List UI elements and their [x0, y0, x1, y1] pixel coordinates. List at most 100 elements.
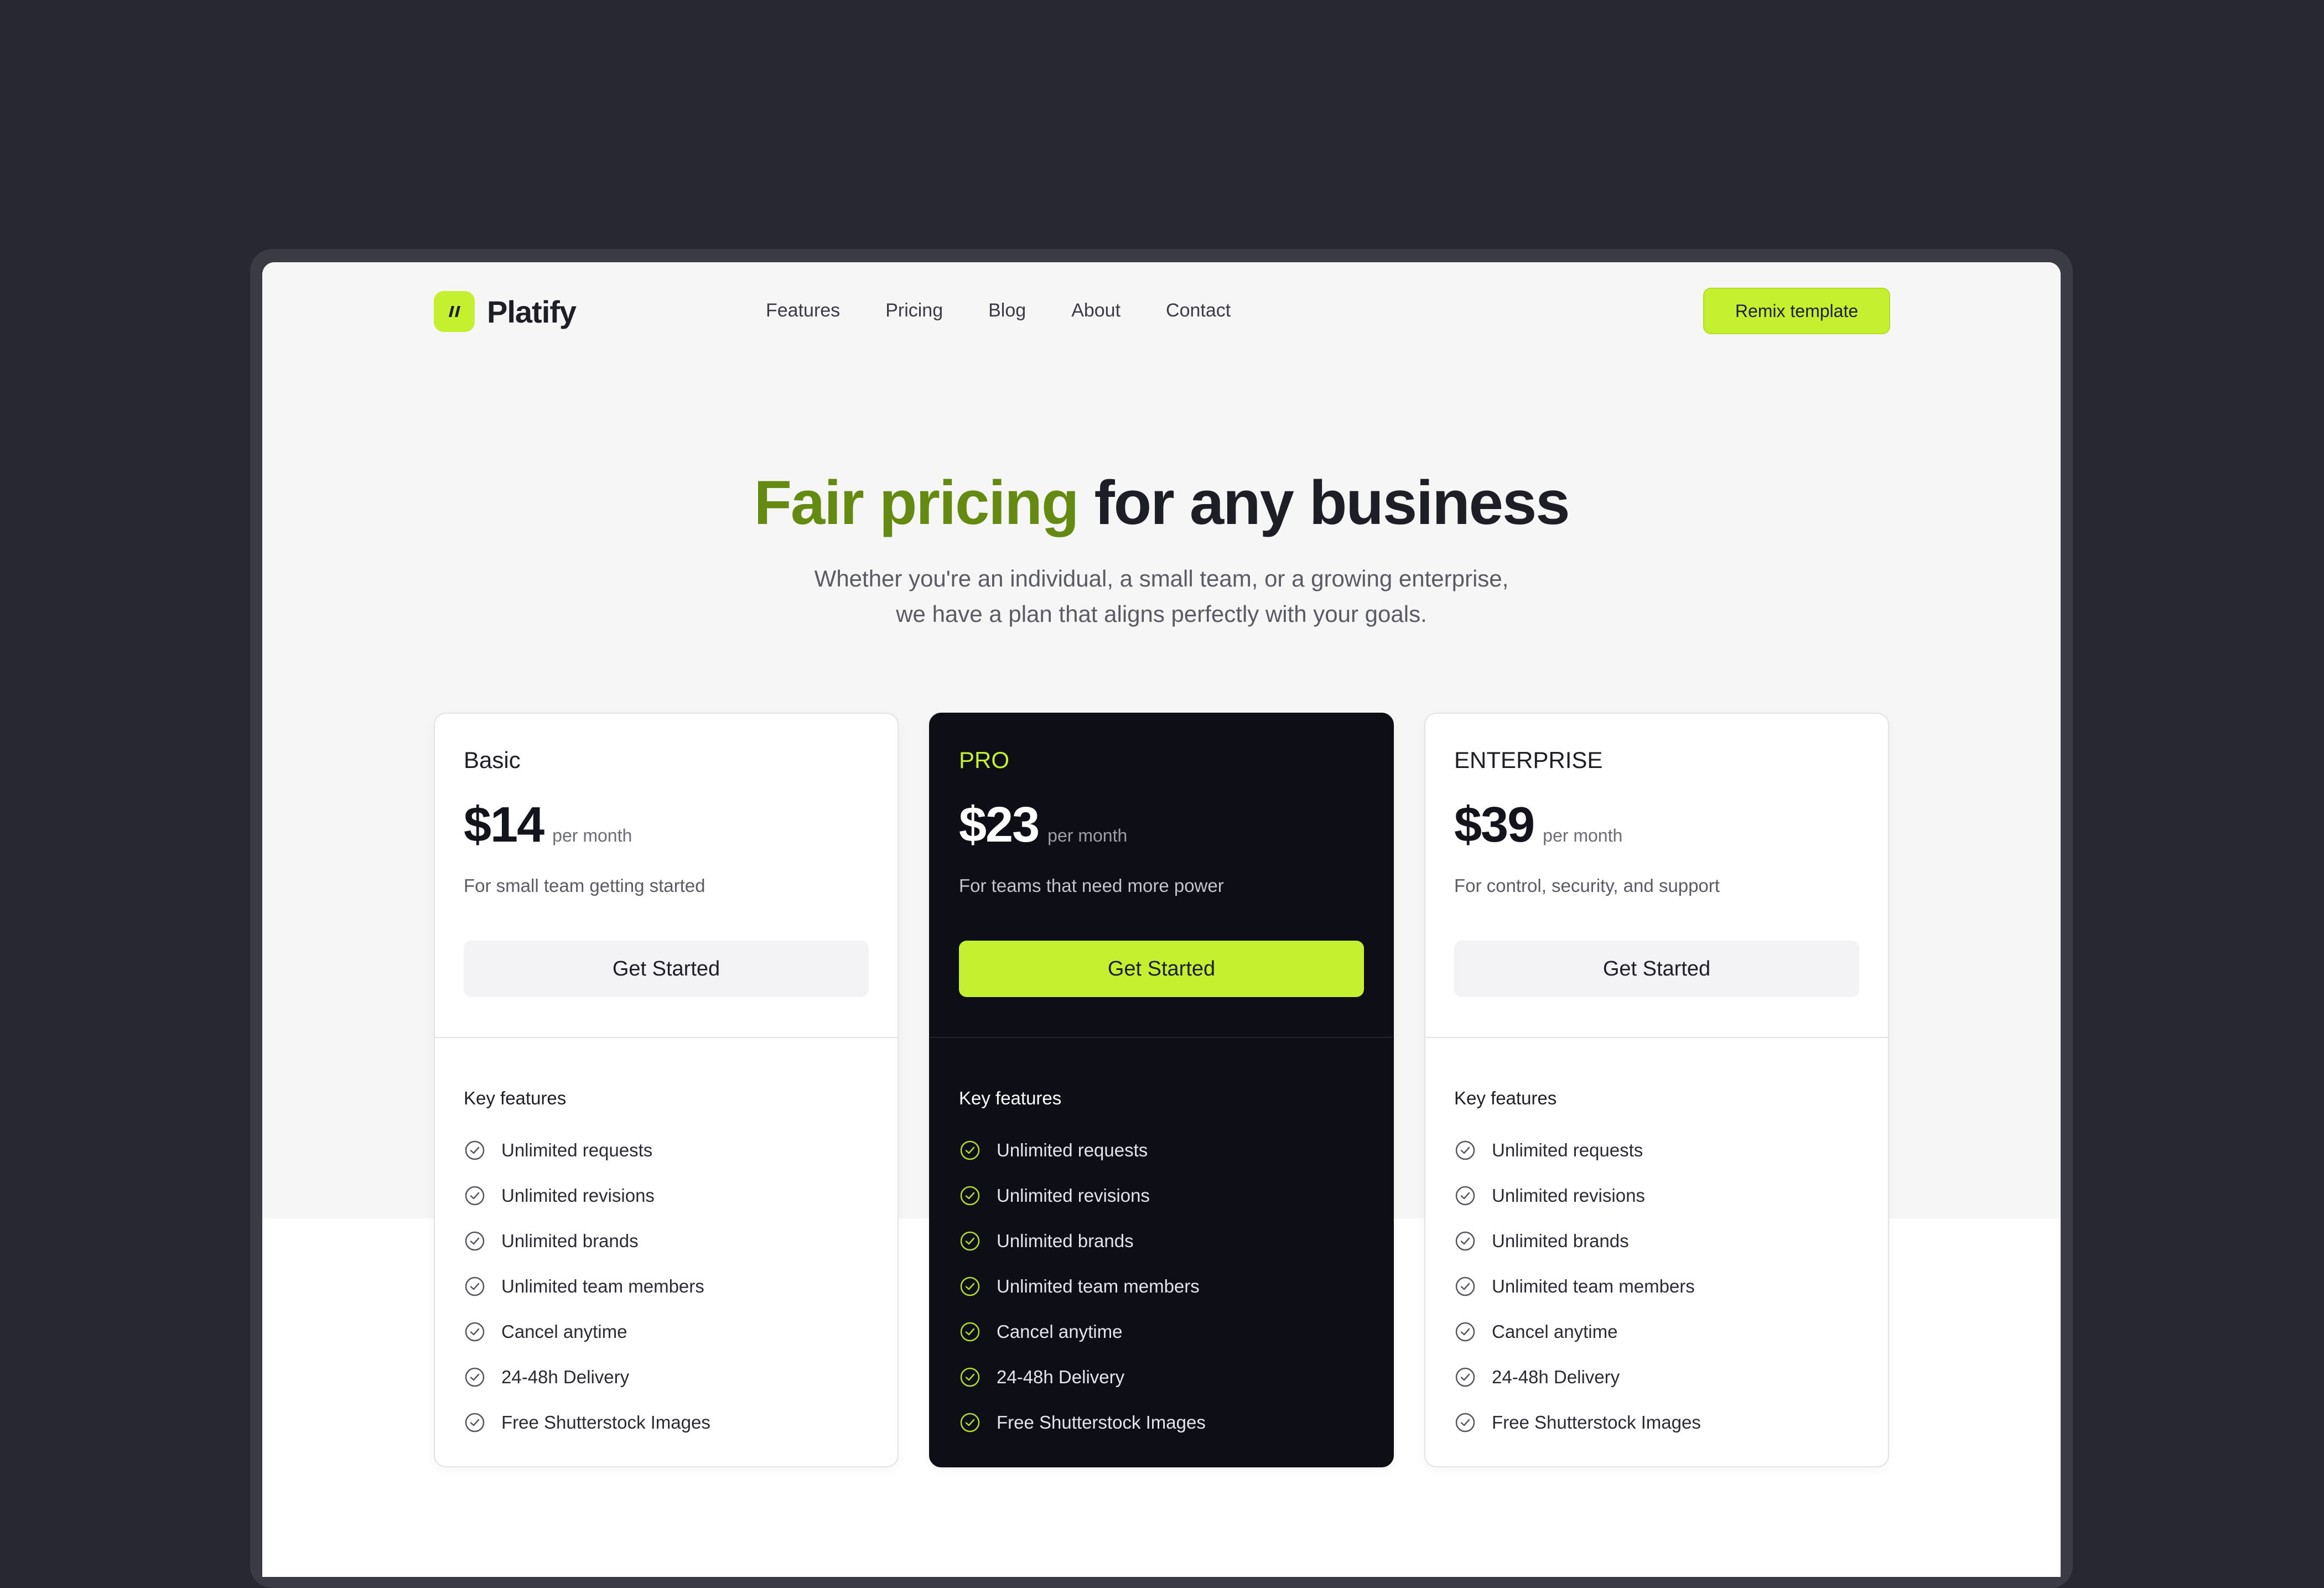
feature-text: Free Shutterstock Images [997, 1412, 1206, 1433]
get-started-button-enterprise[interactable]: Get Started [1454, 941, 1859, 997]
plan-description: For control, security, and support [1454, 875, 1720, 896]
list-item: 24-48h Delivery [464, 1355, 710, 1400]
plan-period: per month [552, 826, 632, 845]
list-item: Unlimited brands [464, 1218, 710, 1264]
hero-title-accent: Fair pricing [754, 468, 1079, 537]
list-item: Cancel anytime [1454, 1309, 1701, 1355]
plan-price: $39 [1454, 797, 1535, 853]
hero-title: Fair pricing for any business [262, 467, 2061, 538]
feature-text: 24-48h Delivery [997, 1367, 1125, 1387]
price-row: $14 per month [464, 797, 632, 854]
check-circle-icon [1455, 1140, 1475, 1160]
feature-text: Cancel anytime [1492, 1321, 1618, 1342]
list-item: Unlimited revisions [959, 1173, 1206, 1218]
get-started-button-pro[interactable]: Get Started [959, 941, 1364, 997]
feature-text: Unlimited brands [1492, 1231, 1629, 1251]
feature-text: Unlimited revisions [997, 1185, 1150, 1206]
remix-template-button[interactable]: Remix template [1703, 288, 1890, 334]
divider [1425, 1037, 1888, 1038]
hero-subtitle-line-1: Whether you're an individual, a small te… [814, 565, 1509, 591]
list-item: Unlimited brands [959, 1218, 1206, 1264]
check-circle-icon [960, 1322, 980, 1342]
check-circle-icon [1455, 1231, 1475, 1251]
list-item: Unlimited brands [1454, 1218, 1701, 1264]
feature-text: Unlimited revisions [501, 1185, 655, 1206]
list-item: Unlimited requests [959, 1128, 1206, 1173]
feature-text: Unlimited brands [501, 1231, 639, 1251]
list-item: Unlimited requests [1454, 1128, 1701, 1173]
hero-subtitle: Whether you're an individual, a small te… [262, 561, 2061, 632]
list-item: Unlimited team members [464, 1264, 710, 1309]
feature-list: Unlimited requests Unlimited revisions U… [1454, 1128, 1701, 1445]
check-circle-icon [465, 1322, 485, 1342]
feature-text: Unlimited revisions [1492, 1185, 1645, 1206]
check-circle-icon [465, 1413, 485, 1433]
plan-price: $14 [464, 797, 544, 853]
check-circle-icon [1455, 1413, 1475, 1433]
check-circle-icon [1455, 1186, 1475, 1206]
page: Platify Features Pricing Blog About Cont… [262, 262, 2061, 1577]
list-item: Unlimited revisions [464, 1173, 710, 1218]
plan-description: For small team getting started [464, 875, 706, 896]
feature-text: Cancel anytime [997, 1321, 1123, 1342]
feature-text: Free Shutterstock Images [501, 1412, 710, 1433]
list-item: Free Shutterstock Images [1454, 1400, 1701, 1445]
nav-link-contact[interactable]: Contact [1166, 300, 1231, 321]
list-item: 24-48h Delivery [1454, 1355, 1701, 1400]
divider [435, 1037, 898, 1038]
plan-period: per month [1543, 826, 1623, 845]
feature-text: 24-48h Delivery [501, 1367, 630, 1387]
nav-links: Features Pricing Blog About Contact [766, 300, 1276, 321]
get-started-button-basic[interactable]: Get Started [464, 941, 869, 997]
list-item: Free Shutterstock Images [464, 1400, 710, 1445]
feature-text: Unlimited team members [501, 1276, 704, 1296]
feature-text: Unlimited team members [997, 1276, 1200, 1296]
list-item: Unlimited revisions [1454, 1173, 1701, 1218]
plan-description: For teams that need more power [959, 875, 1224, 896]
top-nav: Platify Features Pricing Blog About Cont… [434, 284, 1890, 340]
pricing-card-basic: Basic $14 per month For small team getti… [434, 713, 899, 1467]
list-item: Cancel anytime [959, 1309, 1206, 1355]
list-item: Cancel anytime [464, 1309, 710, 1355]
nav-link-pricing[interactable]: Pricing [885, 300, 943, 321]
plan-name: Basic [464, 747, 521, 773]
check-circle-icon [960, 1140, 980, 1160]
feature-text: Unlimited requests [1492, 1140, 1643, 1160]
divider [930, 1037, 1393, 1038]
feature-list: Unlimited requests Unlimited revisions U… [464, 1128, 710, 1445]
price-row: $23 per month [959, 797, 1127, 854]
list-item: 24-48h Delivery [959, 1355, 1206, 1400]
list-item: Unlimited team members [1454, 1264, 1701, 1309]
check-circle-icon [960, 1276, 980, 1296]
check-circle-icon [1455, 1276, 1475, 1296]
plan-name: PRO [959, 747, 1010, 773]
check-circle-icon [465, 1367, 485, 1387]
check-circle-icon [960, 1231, 980, 1251]
pricing-card-pro: PRO $23 per month For teams that need mo… [929, 713, 1394, 1467]
list-item: Unlimited requests [464, 1128, 710, 1173]
list-item: Unlimited team members [959, 1264, 1206, 1309]
plan-price: $23 [959, 797, 1040, 853]
feature-text: Unlimited team members [1492, 1276, 1695, 1296]
list-item: Free Shutterstock Images [959, 1400, 1206, 1445]
nav-link-blog[interactable]: Blog [988, 300, 1026, 321]
feature-list: Unlimited requests Unlimited revisions U… [959, 1128, 1206, 1445]
nav-link-about[interactable]: About [1071, 300, 1120, 321]
logo-mark-icon [434, 291, 475, 332]
check-circle-icon [1455, 1367, 1475, 1387]
pricing-card-enterprise: ENTERPRISE $39 per month For control, se… [1424, 713, 1889, 1467]
logo[interactable]: Platify [434, 291, 577, 332]
plan-period: per month [1047, 826, 1128, 845]
feature-text: 24-48h Delivery [1492, 1367, 1620, 1387]
features-heading: Key features [959, 1088, 1062, 1108]
price-row: $39 per month [1454, 797, 1622, 854]
brand-name: Platify [487, 294, 577, 329]
check-circle-icon [960, 1413, 980, 1433]
check-circle-icon [960, 1186, 980, 1206]
nav-link-features[interactable]: Features [766, 300, 840, 321]
plan-name: ENTERPRISE [1454, 747, 1603, 773]
feature-text: Unlimited brands [997, 1231, 1134, 1251]
features-heading: Key features [464, 1088, 567, 1108]
feature-text: Unlimited requests [997, 1140, 1148, 1160]
feature-text: Cancel anytime [501, 1321, 627, 1342]
